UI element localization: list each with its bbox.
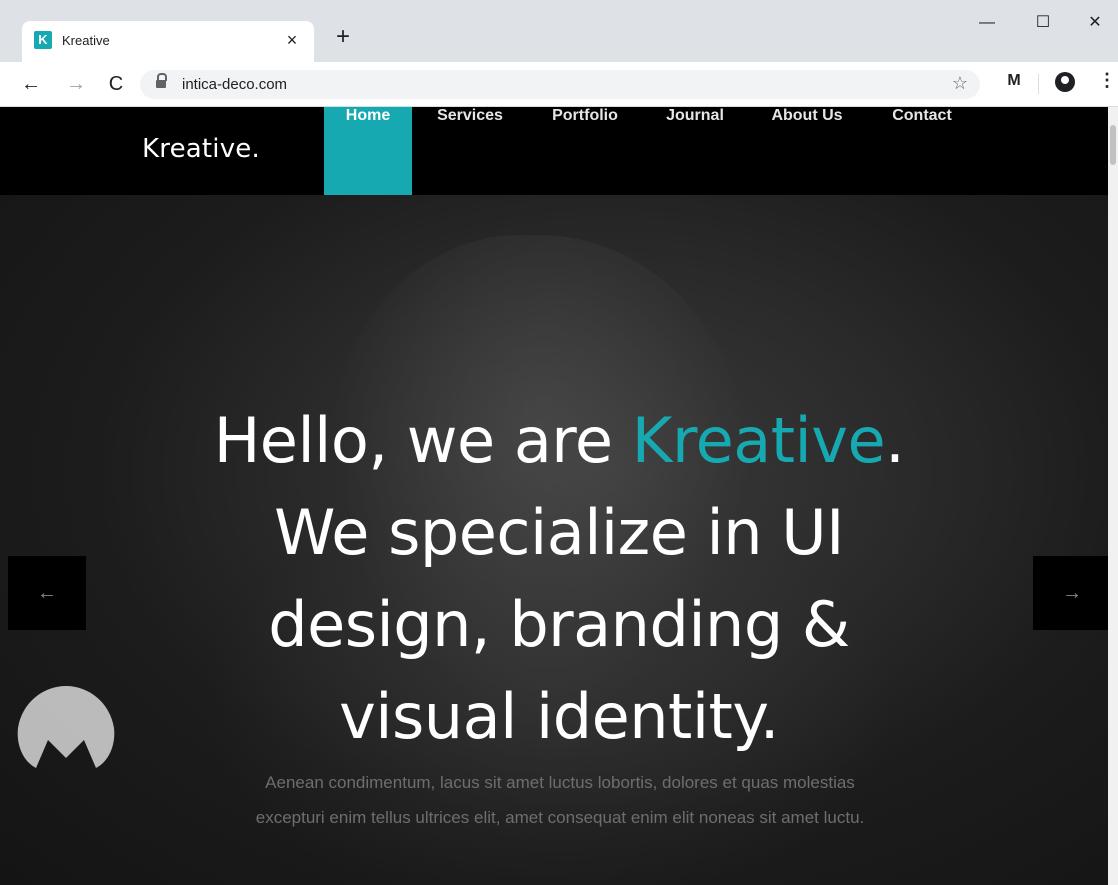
site-navbar: Kreative. Home Services Portfolio Journa… <box>0 107 1108 195</box>
page-scrollbar[interactable] <box>1108 107 1118 885</box>
forward-arrow-icon[interactable]: → <box>63 71 89 97</box>
bookmark-star-icon[interactable]: ☆ <box>952 73 968 94</box>
tab-close-icon[interactable]: × <box>280 28 304 52</box>
malwarebytes-extension-icon[interactable]: M <box>1004 71 1024 91</box>
new-tab-button[interactable]: + <box>330 24 356 50</box>
headline-brand-accent: Kreative <box>631 404 886 477</box>
minimize-button[interactable]: — <box>964 8 1010 38</box>
window-close-button[interactable]: ✕ <box>1072 8 1118 38</box>
headline-line3: design, branding & <box>268 588 850 661</box>
slider-next-arrow-icon[interactable]: → <box>1033 556 1111 630</box>
hero-slider: Hello, we are Kreative. We specialize in… <box>0 195 1111 885</box>
slider-prev-arrow-icon[interactable]: ← <box>8 556 86 630</box>
profile-avatar-icon[interactable] <box>1055 72 1075 92</box>
nav-home[interactable]: Home <box>324 107 412 195</box>
tab-title: Kreative <box>62 33 110 48</box>
scrollbar-thumb[interactable] <box>1110 125 1116 165</box>
browser-tab[interactable]: K Kreative × <box>22 21 314 62</box>
back-arrow-icon[interactable]: ← <box>18 71 44 97</box>
web-page: Kreative. Home Services Portfolio Journa… <box>0 107 1118 885</box>
nav-contact[interactable]: Contact <box>876 107 968 195</box>
address-bar[interactable]: intica-deco.com ☆ <box>140 70 980 99</box>
headline-line1-pre: Hello, we are <box>213 404 632 477</box>
kreative-favicon-icon: K <box>34 31 52 49</box>
malwarebytes-logo-icon <box>17 686 115 768</box>
headline-line1-post: . <box>885 404 905 477</box>
headline-line2: We specialize in UI <box>274 496 844 569</box>
maximize-button[interactable]: ☐ <box>1020 8 1066 38</box>
lock-icon <box>156 73 167 88</box>
url-text[interactable]: intica-deco.com <box>182 76 287 93</box>
browser-menu-icon[interactable]: ⋮ <box>1098 70 1116 91</box>
reload-icon[interactable]: C <box>103 71 129 97</box>
nav-journal[interactable]: Journal <box>652 107 738 195</box>
toolbar-separator <box>1038 74 1039 94</box>
headline-line4: visual identity. <box>339 680 779 753</box>
browser-toolbar: ← → C intica-deco.com ☆ <box>0 62 1118 107</box>
nav-about-us[interactable]: About Us <box>758 107 856 195</box>
hero-subtext: Aenean condimentum, lacus sit amet luctu… <box>255 773 865 827</box>
browser-titlebar: K Kreative × + — ☐ ✕ <box>0 0 1118 62</box>
site-logo[interactable]: Kreative. <box>142 134 260 164</box>
hero-headline: Hello, we are Kreative. We specialize in… <box>154 395 964 763</box>
nav-services[interactable]: Services <box>422 107 518 195</box>
nav-portfolio[interactable]: Portfolio <box>538 107 632 195</box>
